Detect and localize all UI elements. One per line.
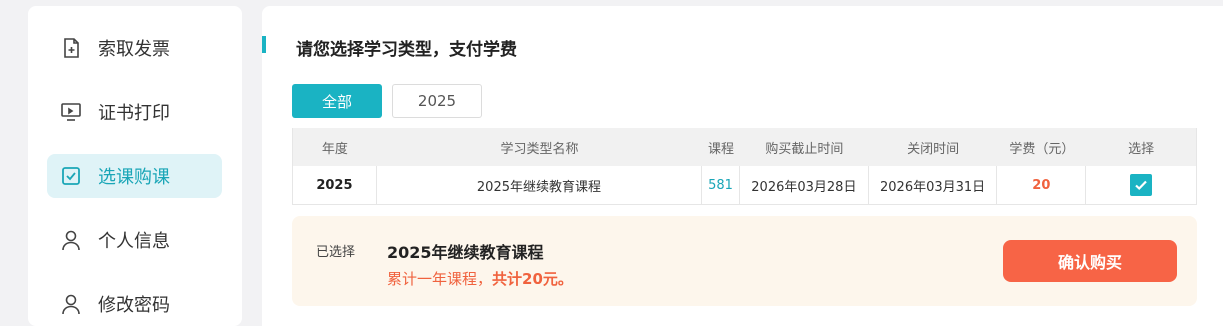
row-deadline: 2026年03月28日 [740, 166, 869, 204]
confirm-purchase-button[interactable]: 确认购买 [1003, 240, 1177, 282]
row-fee: 20 [997, 166, 1087, 204]
header-select: 选择 [1128, 141, 1155, 157]
row-course-count-link[interactable]: 581 [702, 166, 741, 204]
header-close-time: 关闭时间 [907, 141, 960, 157]
total-amount: 共计20元。 [492, 270, 573, 288]
header-type-name: 学习类型名称 [500, 141, 579, 157]
main-panel: 请您选择学习类型，支付学费 全部 2025 年度 学习类型名称 课程 购买截止时… [262, 6, 1223, 326]
sidebar-item-change-password[interactable]: 修改密码 [47, 282, 222, 326]
user-icon [59, 228, 83, 252]
tab-2025[interactable]: 2025 [392, 84, 482, 118]
tab-all[interactable]: 全部 [292, 84, 382, 118]
sidebar-item-certificate[interactable]: 证书打印 [47, 90, 222, 134]
header-courses: 课程 [708, 141, 735, 157]
sidebar-item-label: 修改密码 [98, 295, 170, 316]
selected-label: 已选择 [316, 245, 356, 260]
sidebar-item-label: 个人信息 [98, 231, 170, 252]
purchase-summary: 已选择 2025年继续教育课程 累计一年课程，共计20元。 确认购买 [292, 216, 1197, 306]
total-prefix: 累计一年课程， [387, 270, 493, 288]
sidebar-item-course-select[interactable]: 选课购课 [47, 154, 222, 198]
header-fee: 学费（元） [1009, 141, 1075, 157]
row-type-name: 2025年继续教育课程 [377, 166, 703, 204]
check-icon [1135, 180, 1147, 191]
selected-course-title: 2025年继续教育课程 [387, 243, 544, 262]
sidebar-item-label: 选课购课 [98, 167, 170, 188]
title-accent-bar [262, 36, 266, 53]
header-deadline: 购买截止时间 [765, 141, 844, 157]
sidebar-item-invoice[interactable]: 索取发票 [47, 26, 222, 70]
study-type-table: 年度 学习类型名称 课程 购买截止时间 关闭时间 学费（元） 选择 2025 2… [292, 128, 1197, 205]
sidebar: 索取发票 证书打印 选课购课 个人信息 修改密码 [28, 6, 242, 326]
sidebar-item-label: 证书打印 [98, 103, 170, 124]
sidebar-item-profile[interactable]: 个人信息 [47, 218, 222, 262]
total-description: 累计一年课程，共计20元。 [387, 268, 573, 289]
lock-user-icon [59, 292, 83, 316]
header-year: 年度 [321, 141, 348, 157]
page-title: 请您选择学习类型，支付学费 [296, 40, 517, 60]
monitor-print-icon [59, 100, 83, 124]
sidebar-item-label: 索取发票 [98, 39, 170, 60]
checkbox-select-icon [59, 164, 83, 188]
row-close-time: 2026年03月31日 [869, 166, 998, 204]
row-select-checkbox[interactable] [1130, 174, 1153, 196]
invoice-add-icon [59, 36, 83, 60]
row-select-cell [1086, 166, 1196, 204]
table-header: 年度 学习类型名称 课程 购买截止时间 关闭时间 学费（元） 选择 [293, 128, 1196, 166]
row-year: 2025 [293, 166, 377, 204]
table-row: 2025 2025年继续教育课程 581 2026年03月28日 2026年03… [293, 166, 1196, 204]
